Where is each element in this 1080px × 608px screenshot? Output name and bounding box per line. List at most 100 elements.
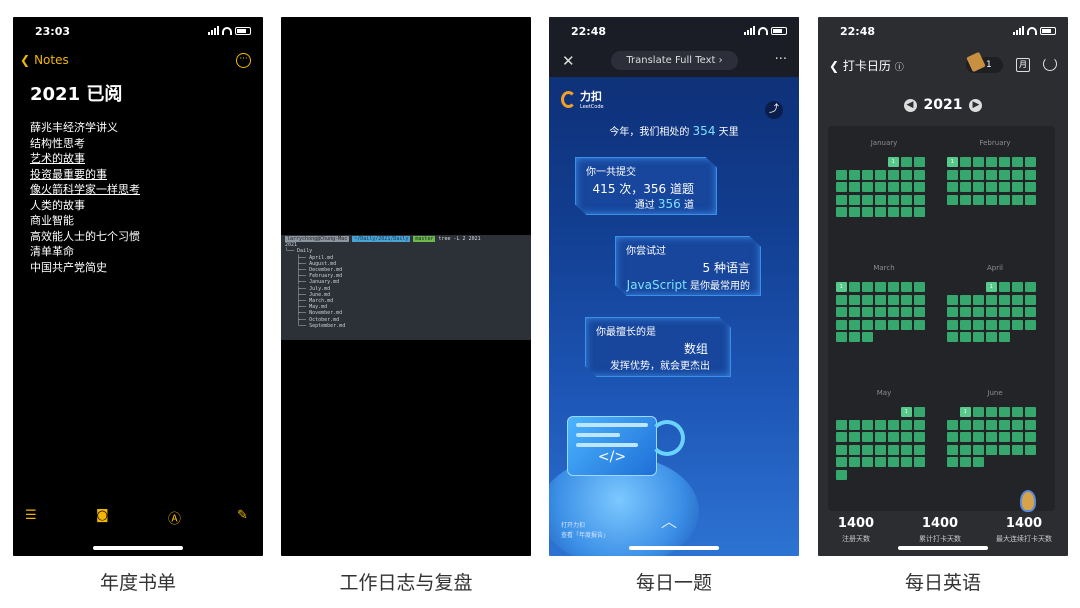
day-cell[interactable]	[999, 407, 1010, 417]
day-cell[interactable]	[836, 444, 847, 455]
day-cell[interactable]	[888, 294, 899, 305]
day-cell[interactable]	[914, 194, 925, 205]
day-cell[interactable]	[914, 182, 925, 192]
day-cell[interactable]	[849, 294, 860, 305]
day-cell[interactable]	[914, 169, 925, 180]
chevron-up-icon[interactable]: ︿	[661, 508, 677, 532]
day-cell[interactable]	[1025, 182, 1036, 192]
more-icon[interactable]: ···	[775, 52, 787, 67]
prev-year-icon[interactable]: ◀	[903, 98, 917, 112]
day-cell[interactable]	[986, 169, 997, 180]
day-cell[interactable]	[960, 169, 971, 180]
day-cell[interactable]	[914, 419, 925, 430]
day-cell[interactable]	[999, 332, 1010, 342]
day-cell[interactable]	[1012, 194, 1023, 205]
day-cell[interactable]	[849, 194, 860, 205]
day-cell[interactable]	[875, 419, 886, 430]
day-cell[interactable]	[901, 419, 912, 430]
day-cell[interactable]	[901, 319, 912, 330]
next-year-icon[interactable]: ▶	[969, 98, 983, 112]
day-cell[interactable]	[849, 169, 860, 180]
day-cell[interactable]	[901, 194, 912, 205]
day-cell[interactable]	[914, 307, 925, 317]
day-cell[interactable]	[862, 294, 873, 305]
day-cell[interactable]	[875, 182, 886, 192]
day-cell[interactable]	[836, 169, 847, 180]
day-cell[interactable]	[973, 307, 984, 317]
day-cell[interactable]	[947, 319, 958, 330]
day-cell[interactable]	[862, 307, 873, 317]
day-cell[interactable]	[986, 182, 997, 192]
day-cell[interactable]	[999, 432, 1010, 442]
day-cell[interactable]	[986, 444, 997, 455]
day-cell[interactable]	[973, 157, 984, 167]
day-cell[interactable]	[888, 457, 899, 467]
day-cell[interactable]	[1025, 432, 1036, 442]
day-cell[interactable]	[862, 207, 873, 217]
day-cell[interactable]	[1012, 444, 1023, 455]
day-cell[interactable]	[947, 294, 958, 305]
day-cell[interactable]	[1012, 282, 1023, 292]
day-cell[interactable]	[901, 444, 912, 455]
day-cell[interactable]	[999, 182, 1010, 192]
day-cell[interactable]	[888, 419, 899, 430]
day-cell[interactable]	[947, 457, 958, 467]
day-cell[interactable]	[901, 169, 912, 180]
day-cell[interactable]	[960, 419, 971, 430]
day-cell[interactable]	[1012, 307, 1023, 317]
day-cell[interactable]	[973, 182, 984, 192]
day-cell[interactable]	[836, 432, 847, 442]
day-cell[interactable]	[901, 282, 912, 292]
compose-icon[interactable]: ✎	[237, 508, 248, 523]
back-button[interactable]: ❮ 打卡日历 ⓘ	[829, 57, 904, 74]
day-cell[interactable]	[986, 319, 997, 330]
day-cell[interactable]	[986, 419, 997, 430]
day-cell[interactable]: 1	[901, 407, 912, 417]
day-cell[interactable]: 1	[986, 282, 997, 292]
day-cell[interactable]	[986, 194, 997, 205]
day-cell[interactable]: 1	[960, 407, 971, 417]
day-cell[interactable]	[914, 207, 925, 217]
day-cell[interactable]	[1012, 182, 1023, 192]
day-cell[interactable]	[849, 432, 860, 442]
day-cell[interactable]	[973, 419, 984, 430]
share-icon[interactable]: ⤴	[765, 101, 783, 119]
day-cell[interactable]	[836, 419, 847, 430]
day-cell[interactable]	[986, 157, 997, 167]
day-cell[interactable]	[1025, 407, 1036, 417]
day-cell[interactable]	[901, 457, 912, 467]
day-cell[interactable]	[947, 182, 958, 192]
day-cell[interactable]	[960, 182, 971, 192]
day-cell[interactable]	[875, 169, 886, 180]
day-cell[interactable]	[999, 444, 1010, 455]
day-cell[interactable]	[1012, 294, 1023, 305]
day-cell[interactable]	[888, 319, 899, 330]
day-cell[interactable]: 1	[947, 157, 958, 167]
day-cell[interactable]	[875, 444, 886, 455]
day-cell[interactable]	[973, 294, 984, 305]
day-cell[interactable]	[914, 432, 925, 442]
day-cell[interactable]	[947, 194, 958, 205]
day-cell[interactable]	[875, 457, 886, 467]
day-cell[interactable]	[914, 444, 925, 455]
day-cell[interactable]	[888, 307, 899, 317]
day-cell[interactable]	[862, 332, 873, 342]
more-options-icon[interactable]: ···	[236, 53, 251, 68]
day-cell[interactable]	[1012, 419, 1023, 430]
day-cell[interactable]	[836, 332, 847, 342]
day-cell[interactable]	[1012, 157, 1023, 167]
day-cell[interactable]	[875, 319, 886, 330]
markup-pen-icon[interactable]: Ⓐ	[168, 508, 181, 527]
day-cell[interactable]	[1012, 432, 1023, 442]
back-button[interactable]: ❮ Notes	[20, 53, 69, 67]
day-cell[interactable]: 1	[888, 157, 899, 167]
day-cell[interactable]	[914, 457, 925, 467]
day-cell[interactable]	[875, 294, 886, 305]
day-cell[interactable]	[1025, 307, 1036, 317]
day-cell[interactable]	[947, 332, 958, 342]
day-cell[interactable]	[875, 307, 886, 317]
day-cell[interactable]	[862, 432, 873, 442]
day-cell[interactable]	[986, 307, 997, 317]
day-cell[interactable]	[836, 182, 847, 192]
day-cell[interactable]	[999, 419, 1010, 430]
